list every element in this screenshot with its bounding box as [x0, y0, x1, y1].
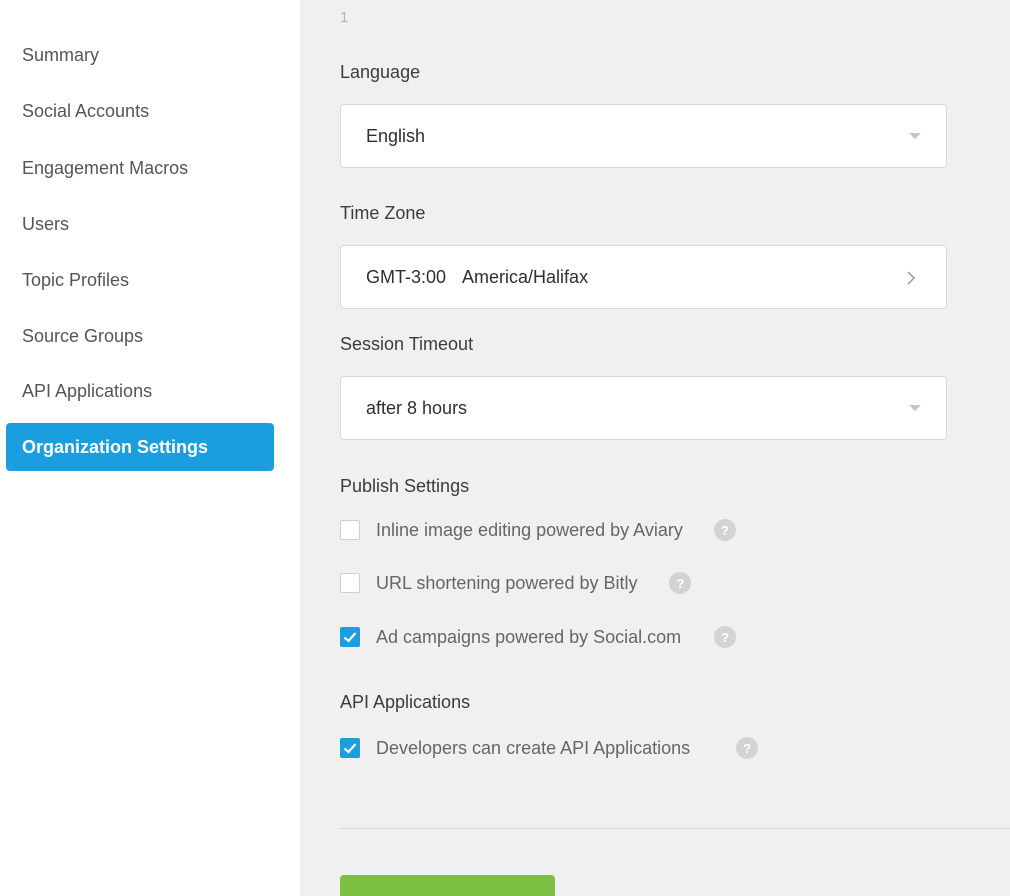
- sidebar-item-users[interactable]: Users: [6, 200, 274, 248]
- chevron-right-icon: [907, 271, 916, 285]
- help-icon[interactable]: ?: [714, 626, 737, 648]
- caret-down-icon: [909, 405, 921, 411]
- checkmark-icon: [343, 632, 357, 643]
- organization-settings-panel: 1 Language English Time Zone GMT-3:00 Am…: [300, 0, 1010, 896]
- language-select[interactable]: English: [340, 104, 947, 168]
- sidebar-item-summary[interactable]: Summary: [6, 31, 274, 79]
- divider: [340, 828, 1010, 829]
- sidebar-item-organization-settings[interactable]: Organization Settings: [6, 423, 274, 471]
- help-icon[interactable]: ?: [669, 572, 692, 594]
- option-social-com-label: Ad campaigns powered by Social.com: [376, 626, 682, 647]
- option-bitly-row: URL shortening powered by Bitly ?: [340, 569, 692, 597]
- option-bitly-label: URL shortening powered by Bitly: [376, 572, 638, 593]
- save-button[interactable]: [340, 875, 555, 896]
- time-zone-selector[interactable]: GMT-3:00 America/Halifax: [340, 245, 947, 309]
- language-value: English: [366, 125, 426, 146]
- time-zone-name: America/Halifax: [462, 266, 589, 287]
- session-timeout-value: after 8 hours: [366, 397, 468, 418]
- help-icon[interactable]: ?: [736, 737, 759, 759]
- caret-down-icon: [909, 133, 921, 139]
- time-zone-offset: GMT-3:00: [366, 266, 447, 287]
- sidebar-item-topic-profiles[interactable]: Topic Profiles: [6, 256, 274, 304]
- option-aviary-label: Inline image editing powered by Aviary: [376, 519, 683, 540]
- publish-settings-heading: Publish Settings: [340, 476, 470, 496]
- api-applications-heading: API Applications: [340, 692, 471, 712]
- option-bitly-checkbox[interactable]: [340, 573, 360, 593]
- option-developers-api-label: Developers can create API Applications: [376, 737, 691, 758]
- session-timeout-select[interactable]: after 8 hours: [340, 376, 947, 440]
- sidebar-item-api-applications[interactable]: API Applications: [6, 367, 274, 415]
- option-social-com-checkbox[interactable]: [340, 627, 360, 647]
- time-zone-label: Time Zone: [340, 203, 426, 223]
- language-label: Language: [340, 62, 421, 82]
- page-number: 1: [340, 9, 349, 26]
- sidebar-item-engagement-macros[interactable]: Engagement Macros: [6, 144, 274, 192]
- option-aviary-checkbox[interactable]: [340, 520, 360, 540]
- option-developers-api-checkbox[interactable]: [340, 738, 360, 758]
- sidebar-item-social-accounts[interactable]: Social Accounts: [6, 87, 274, 135]
- sidebar-item-source-groups[interactable]: Source Groups: [6, 312, 274, 360]
- checkmark-icon: [343, 743, 357, 754]
- option-developers-api-row: Developers can create API Applications ?: [340, 734, 759, 762]
- session-timeout-label: Session Timeout: [340, 334, 474, 354]
- option-aviary-row: Inline image editing powered by Aviary ?: [340, 516, 736, 544]
- settings-sidebar: Summary Social Accounts Engagement Macro…: [0, 0, 300, 896]
- help-icon[interactable]: ?: [713, 519, 736, 541]
- option-social-com-row: Ad campaigns powered by Social.com ?: [340, 623, 737, 651]
